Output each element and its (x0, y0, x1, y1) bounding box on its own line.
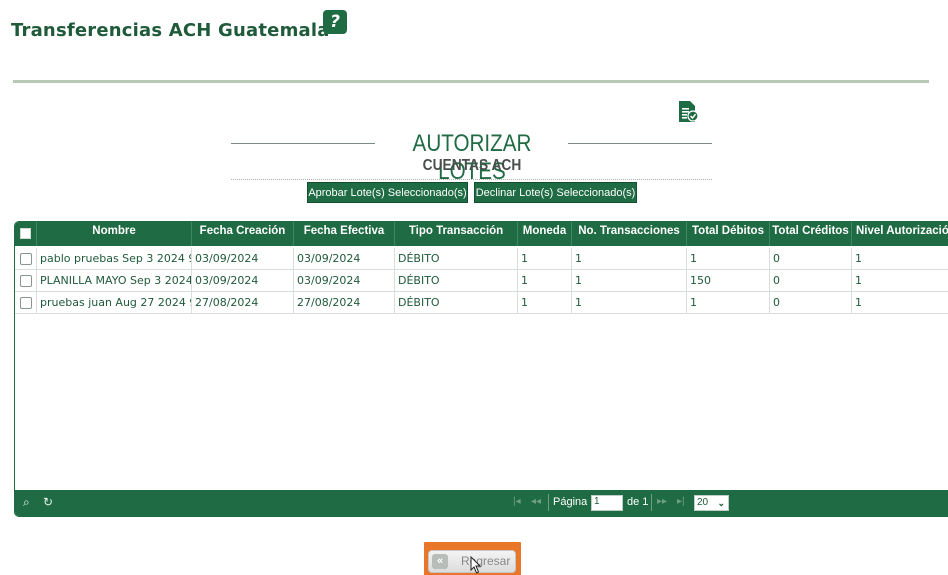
cell-fecha-efectiva: 03/09/2024 (294, 270, 395, 292)
pager-separator (548, 494, 549, 511)
page-label: Página (553, 496, 588, 508)
heading-dotted-divider (231, 179, 712, 180)
heading-rule-left (231, 143, 375, 144)
column-header-moneda[interactable]: Moneda (518, 222, 572, 246)
column-header-nombre[interactable]: Nombre (37, 222, 192, 246)
cell-nivel-autorizacion: 1 (852, 292, 948, 314)
column-header-total-debitos[interactable]: Total Débitos (687, 222, 770, 246)
page-size-select[interactable]: 20 ⌄ (694, 495, 729, 511)
approve-selected-button[interactable]: Aprobar Lote(s) Seleccionado(s) (307, 182, 468, 203)
pager-separator (651, 494, 652, 511)
row-select-cell (15, 270, 37, 292)
select-all-checkbox[interactable] (20, 228, 31, 239)
header-select-cell (15, 222, 37, 246)
cell-total-debitos: 1 (687, 248, 770, 270)
page-count-label: de 1 (627, 496, 649, 508)
help-icon[interactable]: ? (323, 10, 347, 34)
mouse-cursor-icon (470, 556, 482, 574)
cell-tipo-transaccion: DÉBITO (395, 292, 518, 314)
page-number-input[interactable]: 1 (591, 495, 623, 511)
header-divider (13, 80, 929, 83)
cell-moneda: 1 (518, 248, 572, 270)
row-checkbox[interactable] (20, 253, 32, 265)
cell-tipo-transaccion: DÉBITO (395, 248, 518, 270)
page-subtitle: CUENTAS ACH (422, 157, 522, 174)
cell-total-debitos: 1 (687, 292, 770, 314)
app-title: Transferencias ACH Guatemala (11, 20, 330, 41)
double-chevron-left-icon: « (432, 554, 448, 569)
column-header-fecha-creacion[interactable]: Fecha Creación (192, 222, 294, 246)
first-page-button[interactable]: |◂ (513, 496, 521, 507)
back-button-label: Regresar (461, 554, 511, 568)
cell-no-transacciones: 1 (572, 248, 687, 270)
cell-nombre: PLANILLA MAYO Sep 3 2024 1 (37, 270, 192, 292)
cell-total-creditos: 0 (770, 270, 852, 292)
row-select-cell (15, 292, 37, 314)
table-row[interactable]: PLANILLA MAYO Sep 3 2024 1 03/09/2024 03… (15, 270, 948, 292)
cell-fecha-efectiva: 27/08/2024 (294, 292, 395, 314)
cell-moneda: 1 (518, 292, 572, 314)
cell-fecha-creacion: 27/08/2024 (192, 292, 294, 314)
document-report-icon[interactable] (677, 100, 699, 124)
cell-fecha-creacion: 03/09/2024 (192, 270, 294, 292)
grid-pager: ⌕ ↻ |◂ ◂◂ Página 1 de 1 ▸▸ ▸| 20 ⌄ (15, 490, 948, 516)
cell-nivel-autorizacion: 1 (852, 270, 948, 292)
table-row[interactable]: pruebas juan Aug 27 2024 9:1 27/08/2024 … (15, 292, 948, 314)
cell-total-debitos: 150 (687, 270, 770, 292)
decline-selected-button[interactable]: Declinar Lote(s) Seleccionado(s) (474, 182, 637, 203)
prev-page-button[interactable]: ◂◂ (531, 496, 541, 507)
heading-rule-right (568, 143, 712, 144)
cell-tipo-transaccion: DÉBITO (395, 270, 518, 292)
page-size-value: 20 (697, 497, 709, 508)
row-select-cell (15, 248, 37, 270)
cell-nivel-autorizacion: 1 (852, 248, 948, 270)
batches-grid: Nombre Fecha Creación Fecha Efectiva Tip… (14, 221, 948, 517)
refresh-icon[interactable]: ↻ (43, 495, 53, 509)
table-row[interactable]: pablo pruebas Sep 3 2024 9:0 03/09/2024 … (15, 248, 948, 270)
cell-nombre: pablo pruebas Sep 3 2024 9:0 (37, 248, 192, 270)
cell-fecha-creacion: 03/09/2024 (192, 248, 294, 270)
cell-total-creditos: 0 (770, 248, 852, 270)
cell-total-creditos: 0 (770, 292, 852, 314)
last-page-button[interactable]: ▸| (677, 496, 685, 507)
cell-no-transacciones: 1 (572, 292, 687, 314)
column-header-tipo-transaccion[interactable]: Tipo Transacción (395, 222, 518, 246)
cell-moneda: 1 (518, 270, 572, 292)
column-header-fecha-efectiva[interactable]: Fecha Efectiva (294, 222, 395, 246)
chevron-down-icon: ⌄ (717, 498, 725, 508)
grid-header: Nombre Fecha Creación Fecha Efectiva Tip… (15, 222, 948, 246)
row-checkbox[interactable] (20, 275, 32, 287)
column-header-total-creditos[interactable]: Total Créditos (770, 222, 852, 246)
column-header-no-transacciones[interactable]: No. Transacciones (572, 222, 687, 246)
cell-fecha-efectiva: 03/09/2024 (294, 248, 395, 270)
cell-no-transacciones: 1 (572, 270, 687, 292)
column-header-nivel-autorizacion[interactable]: Nivel Autorización (852, 222, 948, 246)
next-page-button[interactable]: ▸▸ (657, 496, 667, 507)
search-icon[interactable]: ⌕ (23, 495, 30, 510)
cell-nombre: pruebas juan Aug 27 2024 9:1 (37, 292, 192, 314)
row-checkbox[interactable] (20, 297, 32, 309)
